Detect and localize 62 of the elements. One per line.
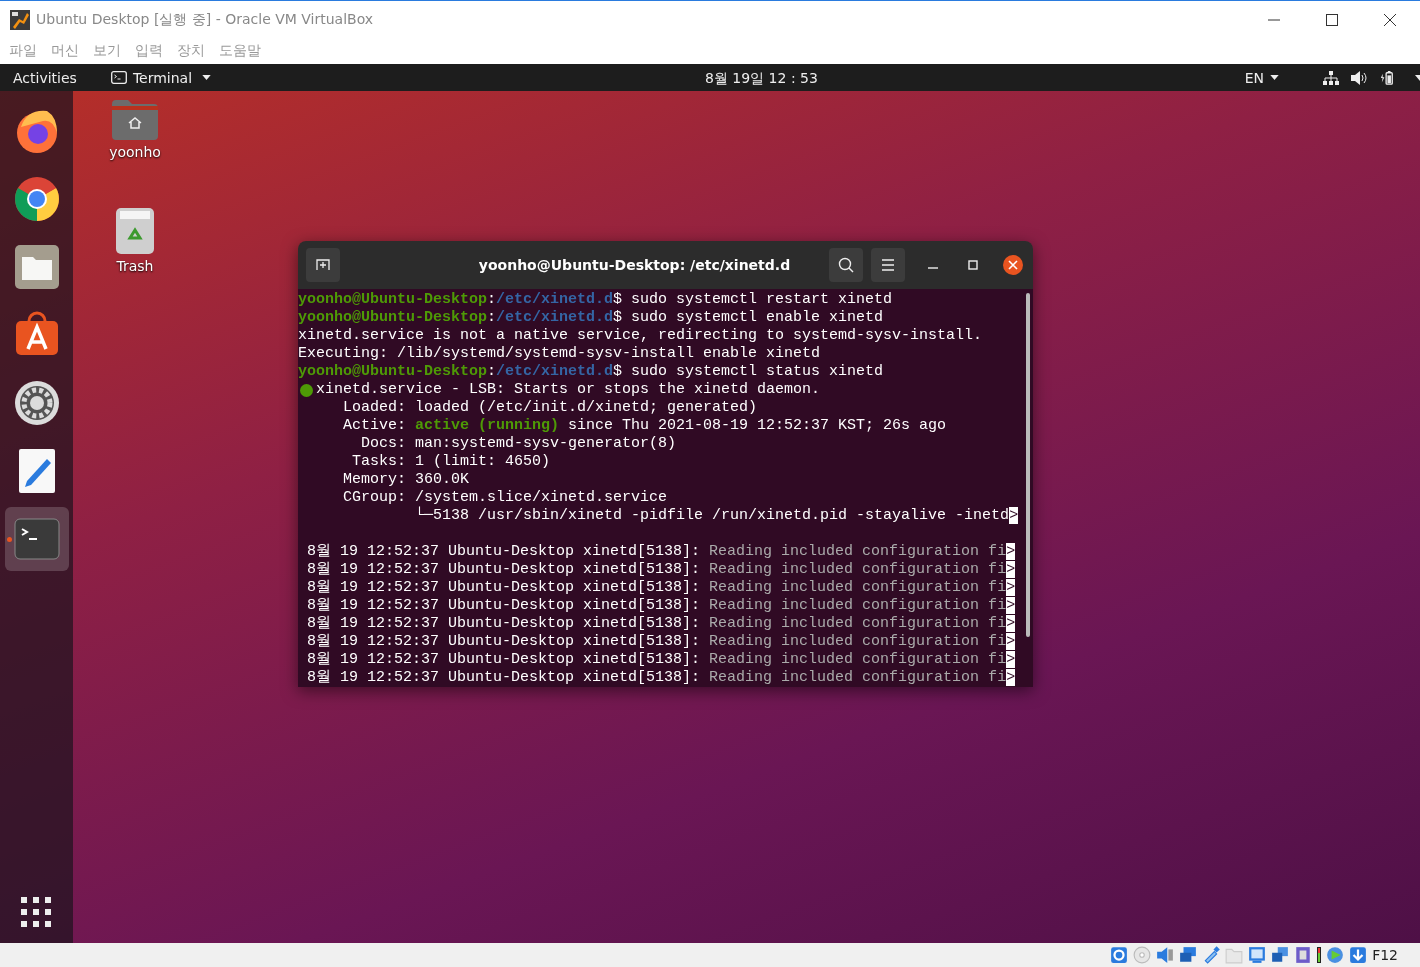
window-title: Ubuntu Desktop [실행 중] - Oracle VM VirtualBox [36,10,374,29]
terminal-line: └─5138 /usr/sbin/xinetd -pidfile /run/xinetd.pid -stayalive -inetd> [414,507,1019,525]
caret-icon [202,75,212,80]
home-folder-icon[interactable] [112,100,158,140]
search-button[interactable] [829,248,863,282]
desktop-icon-label[interactable]: yoonho [109,144,161,160]
terminal-line: CGroup: /system.slice/xinetd.service [342,489,668,506]
maximize-icon[interactable] [1326,13,1338,26]
clock[interactable]: 8월 19일 12 : 53 [705,70,818,88]
display-icon[interactable] [1248,946,1267,964]
scrollbar[interactable] [1026,293,1030,637]
terminal-line: Active: active (running) since Thu 2021-08-19 12:52:37 KST; 26s ago [342,417,947,435]
usb-icon[interactable] [1202,946,1221,964]
round-browser-icon [12,175,61,223]
terminal-icon [12,515,61,563]
trash-icon[interactable] [116,208,154,254]
activity-meter-icon [1317,946,1322,964]
language-menu[interactable]: EN [1244,69,1279,86]
chip-icon[interactable] [1294,946,1313,964]
gear-icon [12,379,61,427]
terminal-icon [110,71,127,84]
new-tab-button[interactable] [306,248,340,282]
caret-icon[interactable] [1415,74,1420,81]
close-button[interactable] [1001,253,1025,277]
terminal-title: yoonho@Ubuntu-Desktop: /etc/xinetd.d [477,257,792,273]
terminal-line: Loaded: loaded (/etc/init.d/xinetd; generated) [342,399,758,417]
activities-button[interactable]: Activities [13,69,77,86]
close-icon[interactable] [1384,13,1396,26]
terminal-line: yoonho@Ubuntu-Desktop:/etc/xinetd.d$ sudo systemctl status xinetd [298,363,884,381]
virtualbox-icon [10,9,30,30]
terminal-line: Docs: man:systemd-sysv-generator(8) [360,435,677,453]
running-indicator [6,537,12,542]
terminal-line: 8월 19 12:52:37 Ubuntu-Desktop xinetd[5138]: Reading included configuration fi> [306,579,1016,597]
terminal-line: xinetd.service is not a native service, redirecting to systemd-sysv-install. [298,327,983,345]
terminal-line: 8월 19 12:52:37 Ubuntu-Desktop xinetd[5138]: Reading included configuration fi> [306,561,1016,579]
battery-icon[interactable] [1379,70,1395,85]
caret-icon [1270,75,1279,80]
terminal-line: Executing: /lib/systemd/systemd-sysv-install enable xinetd [298,345,821,363]
terminal-line: 8월 19 12:52:37 Ubuntu-Desktop xinetd[5138]: Reading included configuration fi> [306,615,1016,633]
terminal-line: 8월 19 12:52:37 Ubuntu-Desktop xinetd[5138]: Reading included configuration fi> [306,543,1016,561]
menu-button[interactable] [871,248,905,282]
audio-icon[interactable] [1156,946,1175,964]
guest-additions-icon[interactable] [1326,946,1345,964]
app-menu[interactable]: Terminal [110,69,212,86]
terminal-line: yoonho@Ubuntu-Desktop:/etc/xinetd.d$ sudo systemctl enable xinetd [298,309,884,327]
screens-icon[interactable] [1271,946,1290,964]
terminal-line: 8월 19 12:52:37 Ubuntu-Desktop xinetd[5138]: Reading included configuration fi> [306,633,1016,651]
terminal-line: yoonho@Ubuntu-Desktop:/etc/xinetd.d$ sudo systemctl restart xinetd [298,291,893,309]
download-icon[interactable] [1349,946,1368,964]
terminal-line: 8월 19 12:52:37 Ubuntu-Desktop xinetd[5138]: Reading included configuration fi> [306,597,1016,615]
terminal-line: 8월 19 12:52:37 Ubuntu-Desktop xinetd[5138]: Reading included configuration fi> [306,651,1016,669]
terminal-line: xinetd.service - LSB: Starts or stops the xinetd daemon. [316,381,821,399]
terminal-line: Tasks: 1 (limit: 4650) [351,453,551,471]
network-icon[interactable] [1323,70,1339,85]
terminal-line: 8월 19 12:52:37 Ubuntu-Desktop xinetd[5138]: Reading included configuration fi> [306,669,1016,687]
terminal-line: Memory: 360.0K [342,471,470,489]
app-grid-icon[interactable] [20,897,53,929]
desktop-icon-label[interactable]: Trash [116,258,154,274]
host-key-label: F12 [1372,947,1398,963]
network-adapter-icon[interactable] [1179,946,1198,964]
volume-icon[interactable] [1351,70,1367,85]
folder-icon [12,243,61,291]
